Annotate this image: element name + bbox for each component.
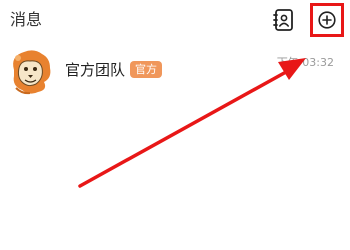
annotation-arrow <box>78 58 306 188</box>
arrow-shaft <box>78 70 288 188</box>
arrow-head <box>278 58 306 80</box>
